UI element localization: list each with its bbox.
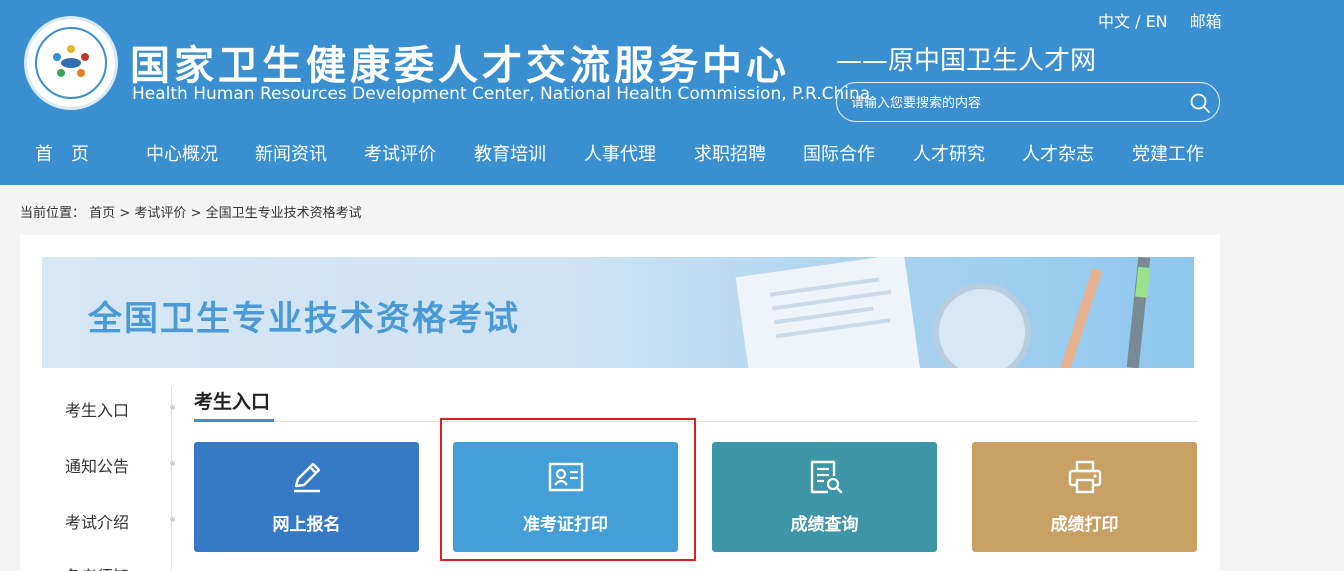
- section-underline: [194, 419, 274, 422]
- nav-party[interactable]: 党建工作: [1132, 138, 1204, 172]
- breadcrumb-home[interactable]: 首页: [89, 206, 115, 221]
- tile-label: 成绩查询: [790, 515, 859, 535]
- sidebar-dot: [170, 461, 175, 466]
- online-registration-tile[interactable]: 网上报名: [194, 442, 419, 552]
- breadcrumb-separator: >: [190, 206, 202, 221]
- nav-training[interactable]: 教育培训: [474, 138, 546, 172]
- sidebar-item-notices[interactable]: 通知公告: [65, 453, 129, 477]
- site-title: 国家卫生健康委人才交流服务中心: [130, 43, 790, 89]
- tile-label: 成绩打印: [1050, 515, 1119, 535]
- breadcrumb-current[interactable]: 全国卫生专业技术资格考试: [206, 206, 362, 221]
- banner-illustration: [735, 257, 1151, 368]
- nav-magazine[interactable]: 人才杂志: [1022, 138, 1094, 172]
- nav-about[interactable]: 中心概况: [146, 138, 218, 172]
- nav-jobs[interactable]: 求职招聘: [694, 138, 766, 172]
- search-input[interactable]: [851, 92, 1171, 114]
- main-panel: 全国卫生专业技术资格考试 考生入口 通知公告 考试介绍 备考须知 考生入口 网上…: [20, 235, 1220, 571]
- tile-label: 网上报名: [272, 515, 341, 535]
- top-links: 中文 / EN 邮箱: [1098, 8, 1222, 32]
- breadcrumb: 当前位置： 首页 > 考试评价 > 全国卫生专业技术资格考试: [20, 202, 362, 221]
- nav-news[interactable]: 新闻资讯: [255, 138, 327, 172]
- site-logo[interactable]: [24, 16, 118, 110]
- search-icon[interactable]: [1189, 92, 1211, 114]
- score-print-tile[interactable]: 成绩打印: [972, 442, 1197, 552]
- section-title: 考生入口: [194, 391, 271, 413]
- section-rule: [194, 421, 1198, 422]
- banner-title: 全国卫生专业技术资格考试: [88, 299, 520, 339]
- sidebar-item-candidate-entry[interactable]: 考生入口: [65, 397, 129, 421]
- site-header: 国家卫生健康委人才交流服务中心 Health Human Resources D…: [0, 0, 1344, 185]
- score-query-tile[interactable]: 成绩查询: [712, 442, 937, 552]
- nav-international[interactable]: 国际合作: [803, 138, 875, 172]
- breadcrumb-separator: >: [119, 206, 131, 221]
- language-switch-link[interactable]: 中文 / EN: [1098, 12, 1168, 31]
- search-box: [836, 82, 1220, 122]
- mail-link[interactable]: 邮箱: [1190, 12, 1222, 31]
- nav-personnel[interactable]: 人事代理: [584, 138, 656, 172]
- sidebar-dot: [170, 517, 175, 522]
- sidebar-divider: [171, 387, 172, 571]
- sidebar-item-exam-guide[interactable]: 备考须知: [65, 563, 129, 571]
- nav-research[interactable]: 人才研究: [913, 138, 985, 172]
- breadcrumb-exam[interactable]: 考试评价: [134, 206, 186, 221]
- nav-home[interactable]: 首 页: [35, 138, 89, 172]
- site-alt-name: ——原中国卫生人才网: [836, 46, 1097, 76]
- sidebar-dot: [170, 405, 175, 410]
- site-subtitle: Health Human Resources Development Cente…: [132, 84, 871, 104]
- document-search-icon: [810, 460, 843, 494]
- nav-exam[interactable]: 考试评价: [364, 138, 436, 172]
- logo-emblem-icon: [53, 45, 89, 77]
- breadcrumb-prefix: 当前位置：: [20, 206, 86, 221]
- exam-banner: 全国卫生专业技术资格考试: [42, 257, 1194, 368]
- highlight-box: [440, 418, 696, 561]
- sidebar-item-exam-intro[interactable]: 考试介绍: [65, 509, 129, 533]
- main-nav: 首 页 中心概况 新闻资讯 考试评价 教育培训 人事代理 求职招聘 国际合作 人…: [0, 138, 1344, 172]
- printer-icon: [1068, 460, 1102, 494]
- pencil-icon: [294, 462, 321, 493]
